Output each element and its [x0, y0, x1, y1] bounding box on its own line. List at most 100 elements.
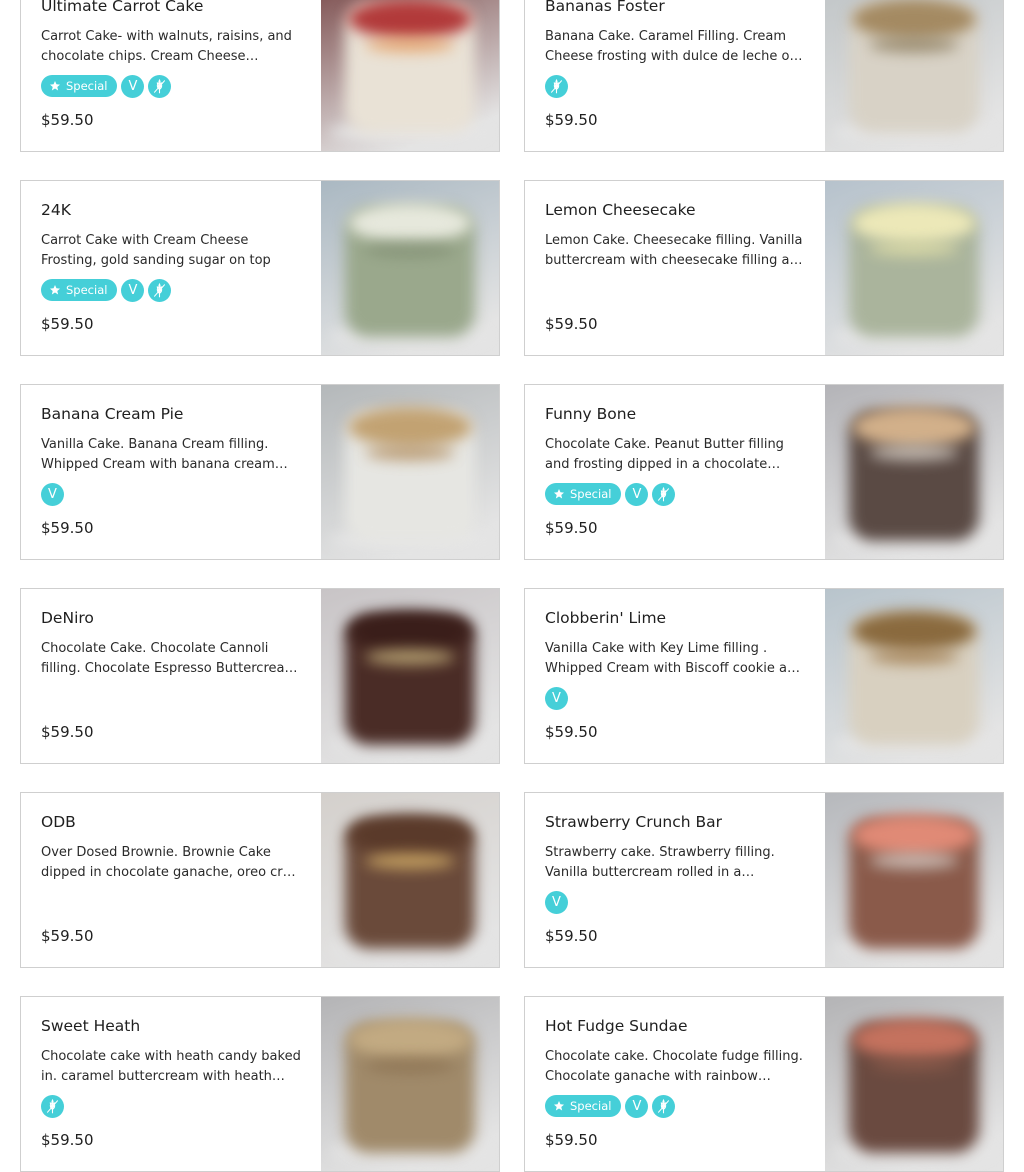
product-description: Chocolate cake with heath candy baked in… [41, 1049, 301, 1084]
product-badges: V [41, 482, 64, 506]
product-info: Funny Bone Chocolate Cake. Peanut Butter … [545, 385, 807, 559]
product-info: Bananas Foster Banana Cake. Caramel Filli… [545, 0, 807, 151]
product-card[interactable]: Hot Fudge Sundae Chocolate cake. Chocolat… [524, 996, 1004, 1172]
product-card[interactable]: ODB Over Dosed Brownie. Brownie Cake dipp… [20, 792, 500, 968]
product-description: Vanilla Cake. Banana Cream filling. Whip… [41, 437, 275, 472]
product-description: Banana Cake. Caramel Filling. Cream Chee… [545, 29, 798, 64]
product-badges: Special V [545, 482, 676, 506]
product-info: Ultimate Carrot Cake Carrot Cake- with wa… [41, 0, 303, 151]
product-price: $59.50 [41, 1131, 94, 1149]
product-price: $59.50 [41, 927, 94, 945]
product-title[interactable]: Hot Fudge Sundae [545, 1017, 688, 1035]
product-photo[interactable] [825, 793, 1003, 967]
product-title[interactable]: Lemon Cheesecake [545, 201, 696, 219]
gluten-free-icon [652, 482, 676, 506]
gluten-free-icon [545, 74, 568, 98]
product-title[interactable]: Clobberin' Lime [545, 609, 666, 627]
product-info: Strawberry Crunch Bar Strawberry cake. St… [545, 793, 807, 967]
vegan-badge-icon: V [545, 686, 568, 710]
product-badges: Special V [545, 1094, 676, 1118]
vegan-badge-icon: V [545, 890, 568, 914]
special-badge: Special [545, 483, 622, 505]
star-icon [553, 488, 565, 500]
special-badge: Special [41, 279, 118, 301]
special-badge: Special [41, 75, 118, 97]
product-info: Banana Cream Pie Vanilla Cake. Banana Cre… [41, 385, 303, 559]
product-badges: Special V [41, 74, 172, 98]
vegan-badge-icon: V [121, 278, 145, 302]
product-price: $59.50 [41, 519, 94, 537]
product-description: Carrot Cake- with walnuts, raisins, and … [41, 29, 292, 64]
product-price: $59.50 [41, 723, 94, 741]
product-description: Over Dosed Brownie. Brownie Cake dipped … [41, 845, 303, 880]
product-description: Carrot Cake with Cream Cheese Frosting, … [41, 233, 271, 268]
product-price: $59.50 [41, 111, 94, 129]
product-info: ODB Over Dosed Brownie. Brownie Cake dipp… [41, 793, 303, 967]
product-description: Lemon Cake. Cheesecake filling. Vanilla … [545, 233, 806, 268]
product-title[interactable]: Bananas Foster [545, 0, 665, 15]
product-price: $59.50 [545, 1131, 598, 1149]
product-title[interactable]: 24K [41, 201, 71, 219]
product-photo[interactable] [825, 181, 1003, 355]
product-card[interactable]: Funny Bone Chocolate Cake. Peanut Butter … [524, 384, 1004, 560]
product-description: Vanilla Cake with Key Lime filling . Whi… [545, 641, 804, 676]
product-description: Chocolate cake. Chocolate fudge filling.… [545, 1049, 803, 1084]
product-photo[interactable] [825, 589, 1003, 763]
product-description: Chocolate Cake. Peanut Butter filling an… [545, 437, 784, 472]
product-description: Strawberry cake. Strawberry filling. Van… [545, 845, 775, 880]
product-card[interactable]: Clobberin' Lime Vanilla Cake with Key Lim… [524, 588, 1004, 764]
star-icon [49, 284, 61, 296]
product-photo[interactable] [321, 0, 499, 151]
product-title[interactable]: Funny Bone [545, 405, 636, 423]
product-photo[interactable] [321, 793, 499, 967]
star-icon [553, 1100, 565, 1112]
product-title[interactable]: Strawberry Crunch Bar [545, 813, 722, 831]
product-info: 24K Carrot Cake with Cream Cheese Frostin… [41, 181, 303, 355]
product-badges: Special V [41, 278, 172, 302]
product-photo[interactable] [321, 385, 499, 559]
product-info: Sweet Heath Chocolate cake with heath can… [41, 997, 303, 1171]
star-icon [49, 80, 61, 92]
product-photo[interactable] [825, 385, 1003, 559]
product-title[interactable]: DeNiro [41, 609, 94, 627]
gluten-free-icon [41, 1094, 64, 1118]
vegan-badge-icon: V [625, 482, 649, 506]
product-info: DeNiro Chocolate Cake. Chocolate Cannoli … [41, 589, 303, 763]
product-price: $59.50 [545, 927, 598, 945]
product-card[interactable]: Bananas Foster Banana Cake. Caramel Filli… [524, 0, 1004, 152]
product-card[interactable]: Ultimate Carrot Cake Carrot Cake- with wa… [20, 0, 500, 152]
product-price: $59.50 [41, 315, 94, 333]
product-badges: V [545, 686, 568, 710]
special-badge-label: Special [570, 1099, 612, 1113]
product-title[interactable]: Ultimate Carrot Cake [41, 0, 203, 15]
product-price: $59.50 [545, 315, 598, 333]
gluten-free-icon [148, 278, 172, 302]
product-title[interactable]: Sweet Heath [41, 1017, 140, 1035]
vegan-badge-icon: V [41, 482, 64, 506]
product-photo[interactable] [321, 181, 499, 355]
product-photo[interactable] [321, 589, 499, 763]
product-card[interactable]: Sweet Heath Chocolate cake with heath can… [20, 996, 500, 1172]
product-badges [545, 74, 568, 98]
special-badge-label: Special [66, 79, 108, 93]
product-card[interactable]: 24K Carrot Cake with Cream Cheese Frostin… [20, 180, 500, 356]
product-title[interactable]: Banana Cream Pie [41, 405, 183, 423]
vegan-badge-icon: V [121, 74, 145, 98]
product-card[interactable]: Strawberry Crunch Bar Strawberry cake. St… [524, 792, 1004, 968]
product-photo[interactable] [825, 0, 1003, 151]
product-info: Clobberin' Lime Vanilla Cake with Key Lim… [545, 589, 807, 763]
product-card[interactable]: Banana Cream Pie Vanilla Cake. Banana Cre… [20, 384, 500, 560]
product-photo[interactable] [825, 997, 1003, 1171]
special-badge-label: Special [570, 487, 612, 501]
product-description: Chocolate Cake. Chocolate Cannoli fillin… [41, 641, 302, 676]
gluten-free-icon [652, 1094, 676, 1118]
product-badges: V [545, 890, 568, 914]
product-title[interactable]: ODB [41, 813, 76, 831]
special-badge-label: Special [66, 283, 108, 297]
product-info: Hot Fudge Sundae Chocolate cake. Chocolat… [545, 997, 807, 1171]
product-photo[interactable] [321, 997, 499, 1171]
product-badges [41, 1094, 64, 1118]
product-card[interactable]: Lemon Cheesecake Lemon Cake. Cheesecake f… [524, 180, 1004, 356]
product-card[interactable]: DeNiro Chocolate Cake. Chocolate Cannoli … [20, 588, 500, 764]
gluten-free-icon [148, 74, 172, 98]
